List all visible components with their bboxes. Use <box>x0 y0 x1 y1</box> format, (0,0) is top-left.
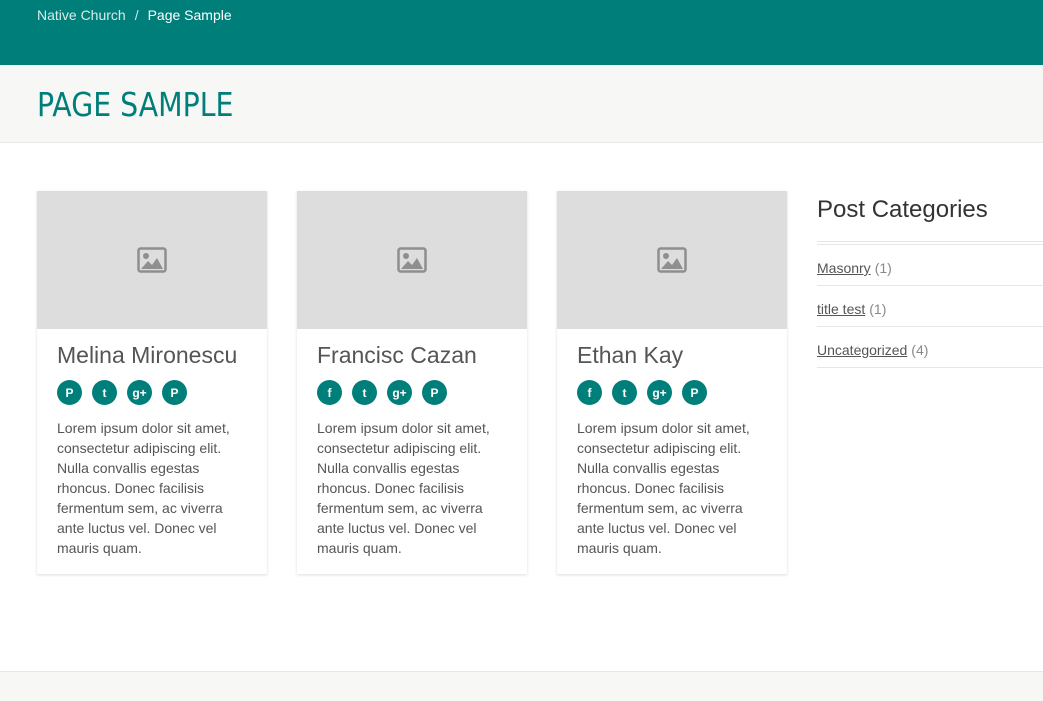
twitter-icon[interactable]: t <box>612 380 637 405</box>
category-link[interactable]: Masonry <box>817 260 871 276</box>
google-plus-icon[interactable]: g+ <box>127 380 152 405</box>
twitter-icon[interactable]: t <box>92 380 117 405</box>
pinterest-icon[interactable]: P <box>422 380 447 405</box>
breadcrumb: Native Church / Page Sample <box>37 7 232 23</box>
image-placeholder-icon <box>137 247 167 273</box>
facebook-icon[interactable]: f <box>317 380 342 405</box>
social-links: P t g+ P <box>57 380 247 405</box>
sidebar: Post Categories Masonry (1) title test (… <box>817 196 1043 368</box>
category-link[interactable]: title test <box>817 301 865 317</box>
top-header: Native Church / Page Sample <box>0 0 1043 65</box>
card-description: Lorem ipsum dolor sit amet, consectetur … <box>57 420 230 556</box>
team-card: Melina Mironescu P t g+ P Lorem ipsum do… <box>37 191 267 574</box>
footer <box>0 671 1043 701</box>
card-image <box>37 191 267 329</box>
page-title: PAGE SAMPLE <box>37 85 234 124</box>
breadcrumb-home-link[interactable]: Native Church <box>37 7 126 23</box>
google-plus-icon[interactable]: g+ <box>647 380 672 405</box>
social-links: f t g+ P <box>577 380 767 405</box>
card-description: Lorem ipsum dolor sit amet, consectetur … <box>577 420 750 556</box>
card-description: Lorem ipsum dolor sit amet, consectetur … <box>317 420 490 556</box>
category-count: (1) <box>874 260 892 276</box>
title-bar: PAGE SAMPLE <box>0 65 1043 143</box>
team-card: Francisc Cazan f t g+ P Lorem ipsum dolo… <box>297 191 527 574</box>
image-placeholder-icon <box>397 247 427 273</box>
pinterest-icon[interactable]: P <box>162 380 187 405</box>
card-name: Ethan Kay <box>577 342 684 368</box>
category-item: Uncategorized (4) <box>817 327 1043 368</box>
image-placeholder-icon <box>657 247 687 273</box>
card-image <box>297 191 527 329</box>
category-item: title test (1) <box>817 286 1043 327</box>
category-link[interactable]: Uncategorized <box>817 342 907 358</box>
google-plus-icon[interactable]: g+ <box>387 380 412 405</box>
category-item: Masonry (1) <box>817 245 1043 286</box>
breadcrumb-current: Page Sample <box>147 7 232 23</box>
twitter-icon[interactable]: t <box>352 380 377 405</box>
team-card: Ethan Kay f t g+ P Lorem ipsum dolor sit… <box>557 191 787 574</box>
category-count: (1) <box>869 301 887 317</box>
social-links: f t g+ P <box>317 380 507 405</box>
card-image <box>557 191 787 329</box>
card-name: Francisc Cazan <box>317 342 477 368</box>
pinterest-icon[interactable]: P <box>682 380 707 405</box>
sidebar-title: Post Categories <box>817 196 988 223</box>
pinterest-icon[interactable]: P <box>57 380 82 405</box>
card-name: Melina Mironescu <box>57 342 238 368</box>
category-count: (4) <box>911 342 929 358</box>
facebook-icon[interactable]: f <box>577 380 602 405</box>
breadcrumb-separator: / <box>134 7 139 23</box>
